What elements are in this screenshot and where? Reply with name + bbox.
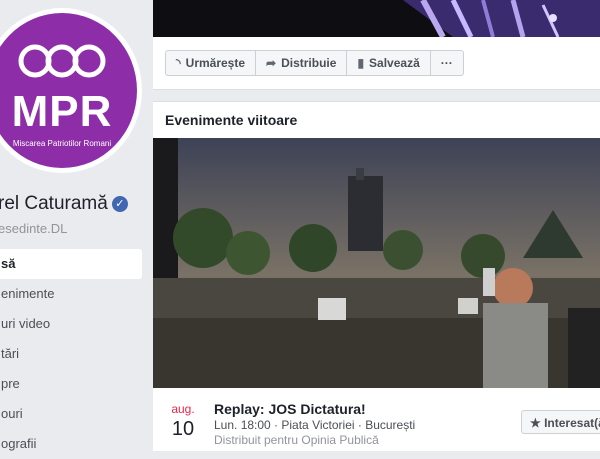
follow-label: Urmărește	[185, 56, 246, 70]
events-section-title: Evenimente viitoare	[165, 112, 298, 128]
event-title-link[interactable]: Replay: JOS Dictatura!	[214, 401, 366, 417]
verified-badge-icon: ✓	[111, 196, 128, 212]
event-month: aug.	[171, 402, 195, 416]
action-buttons: ◝ Urmărește ➦ Distribuie ▮ Salvează ···	[165, 50, 464, 76]
logo-subtitle: Miscarea Patriotilor Romani	[12, 139, 112, 148]
rss-icon: ◝	[176, 56, 181, 70]
event-cover-image[interactable]	[153, 138, 600, 388]
page-name[interactable]: rel Caturamă ✓	[0, 193, 128, 215]
nav-item-videos[interactable]: uri video	[0, 309, 142, 339]
event-day: 10	[171, 418, 195, 440]
more-button[interactable]: ···	[431, 51, 463, 75]
nav-item-posts[interactable]: tări	[0, 339, 142, 369]
upcoming-events-card: Evenimente viitoare aug. 10 Replay: JOS …	[153, 101, 600, 451]
left-sidebar: MPR Miscarea Patriotilor Romani rel Catu…	[0, 0, 152, 451]
nav-item-about[interactable]: pre	[0, 369, 142, 399]
page-username[interactable]: esedinte.DL	[0, 221, 67, 236]
nav-item-events[interactable]: enimente	[0, 279, 142, 309]
share-button[interactable]: ➦ Distribuie	[256, 51, 348, 75]
save-button[interactable]: ▮ Salvează	[347, 51, 431, 75]
nav-item-home[interactable]: să	[0, 249, 142, 279]
event-time-location: Lun. 18:00 · Piata Victoriei · București	[214, 418, 416, 432]
more-icon: ···	[440, 56, 453, 70]
share-arrow-icon: ➦	[266, 56, 277, 70]
cover-photo[interactable]	[153, 0, 600, 37]
nav-item-photos[interactable]: ografii	[0, 429, 142, 459]
interested-button[interactable]: ★ Interesat(ă)	[521, 410, 600, 434]
event-date: aug. 10	[165, 402, 201, 441]
crowd-photo	[153, 138, 600, 388]
share-label: Distribuie	[281, 56, 337, 70]
follow-button[interactable]: ◝ Urmărește	[166, 51, 257, 75]
page-actions-bar: ◝ Urmărește ➦ Distribuie ▮ Salvează ···	[153, 37, 600, 90]
page-name-text[interactable]: rel Caturamă	[0, 193, 108, 214]
nav-item-groups[interactable]: ouri	[0, 399, 142, 429]
page-nav: să enimente uri video tări pre ouri ogra…	[0, 249, 142, 459]
page-profile-picture[interactable]: MPR Miscarea Patriotilor Romani	[0, 8, 142, 173]
cover-image	[153, 0, 600, 37]
logo-letters: MPR	[11, 87, 113, 136]
event-host: Distribuit pentru Opinia Publică	[214, 433, 379, 447]
bookmark-icon: ▮	[357, 56, 365, 70]
save-label: Salvează	[369, 56, 420, 70]
